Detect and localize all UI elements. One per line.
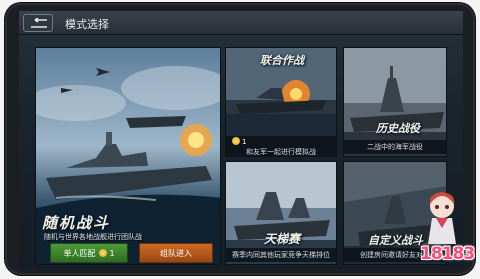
single-match-label: 单人匹配 (63, 249, 96, 258)
joint-operation-card[interactable]: 联合作战 1 和友军一起进行模拟战 (225, 47, 337, 157)
game-screen: 模式选择 随机战斗 随机与世界各地战舰进行团队战 单人匹配 1 组队进入 联合作… (19, 11, 463, 269)
custom-battle-title: 自定义战斗 (368, 234, 423, 247)
historical-campaign-card[interactable]: 历史战役 二战中的海军战役 (343, 47, 447, 157)
historical-campaign-title: 历史战役 (376, 122, 420, 135)
historical-campaign-desc: 二战中的海军战役 (344, 140, 446, 154)
coin-icon (232, 137, 240, 145)
back-button[interactable] (23, 14, 53, 32)
joint-operation-cost: 1 (242, 138, 247, 146)
team-join-label: 组队进入 (160, 249, 192, 258)
ladder-desc: 赛季内同其他玩家竞争天梯排位 (226, 248, 336, 262)
mascot-girl-icon (428, 192, 456, 244)
single-match-button[interactable]: 单人匹配 1 (50, 243, 128, 263)
team-join-button[interactable]: 组队进入 (139, 243, 213, 263)
ladder-card[interactable]: 天梯赛 赛季内同其他玩家竞争天梯排位 (225, 161, 337, 265)
single-match-cost: 1 (109, 249, 115, 258)
back-arrow-icon (31, 18, 47, 28)
joint-operation-desc: 和友军一起进行模拟战 (246, 148, 316, 156)
device-frame: 模式选择 随机战斗 随机与世界各地战舰进行团队战 单人匹配 1 组队进入 联合作… (5, 3, 475, 275)
ladder-title: 天梯赛 (264, 232, 301, 246)
random-battle-card[interactable]: 随机战斗 随机与世界各地战舰进行团队战 单人匹配 1 组队进入 (35, 47, 221, 265)
coin-icon (99, 249, 108, 257)
joint-operation-info: 1 和友军一起进行模拟战 (226, 136, 336, 156)
page-title: 模式选择 (65, 18, 109, 31)
joint-operation-title: 联合作战 (260, 54, 304, 67)
random-battle-title: 随机战斗 (42, 214, 111, 232)
random-battle-desc: 随机与世界各地战舰进行团队战 (44, 233, 142, 241)
top-bar: 模式选择 (19, 11, 463, 35)
site-watermark: 18183 (420, 244, 475, 264)
